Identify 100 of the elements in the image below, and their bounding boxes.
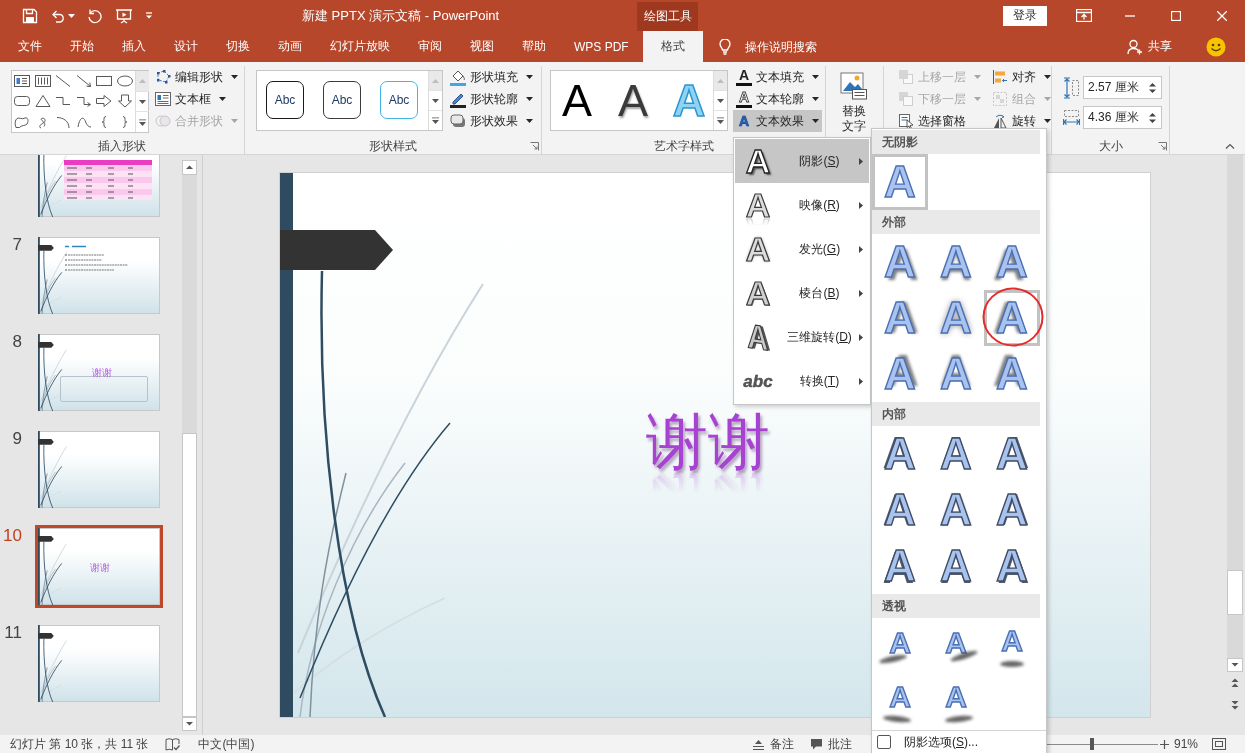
menu-item[interactable]: A 三维旋转(D) <box>735 315 869 359</box>
rotate-button[interactable]: 旋转 <box>989 110 1054 132</box>
shape-outline-button[interactable]: 形状轮廓 <box>447 88 536 110</box>
submenu-arrow-icon <box>859 289 863 297</box>
window-title: 新建 PPTX 演示文稿 - PowerPoint <box>302 6 501 25</box>
dialog-launcher-icon[interactable] <box>530 142 539 151</box>
save-icon[interactable] <box>22 7 38 24</box>
presentation-icon[interactable] <box>115 7 133 24</box>
dialog-launcher-icon[interactable] <box>1158 142 1167 151</box>
shadow-options-item[interactable]: 阴影选项(S)... <box>872 731 1040 753</box>
text-box-icon[interactable] <box>13 74 32 89</box>
ribbon-tab[interactable]: 开始 <box>56 31 108 62</box>
maximize-icon[interactable] <box>1171 10 1181 21</box>
stacked-squares-icon <box>898 91 914 107</box>
scrollbar-thumb[interactable] <box>1227 570 1243 615</box>
beveled-letter-icon: A <box>742 276 774 310</box>
smiley-icon[interactable] <box>1206 36 1226 57</box>
zoom-level-button[interactable]: 91% <box>1173 737 1198 751</box>
slider-thumb[interactable] <box>1090 738 1095 750</box>
menu-item[interactable]: A 阴影(S) <box>735 139 869 183</box>
paint-bucket-icon <box>450 68 466 86</box>
oval-icon[interactable] <box>115 74 134 89</box>
scroll-up-icon[interactable] <box>182 160 197 175</box>
align-icon <box>992 69 1008 85</box>
text-outline-button[interactable]: A 文本轮廓 <box>733 88 822 110</box>
shape-style-preset[interactable]: Abc <box>323 81 361 119</box>
text-effects-button[interactable]: A 文本效果 <box>733 110 822 132</box>
menu-item[interactable]: A 发光(G) <box>735 227 869 271</box>
shape-effects-button[interactable]: 形状效果 <box>447 110 536 132</box>
tell-me-field[interactable]: 操作说明搜索 <box>744 39 825 54</box>
comments-button[interactable]: 批注 <box>809 735 852 753</box>
height-icon <box>1063 76 1080 99</box>
text-fill-button[interactable]: A 文本填充 <box>733 66 822 88</box>
rounded-rectangle-icon[interactable] <box>13 94 32 109</box>
height-field[interactable]: 2.57 厘米 <box>1083 76 1162 99</box>
zoom-in-icon[interactable] <box>1159 739 1169 749</box>
repeat-icon[interactable] <box>87 7 103 24</box>
ribbon-tab[interactable]: 动画 <box>264 31 316 62</box>
checkbox[interactable] <box>877 735 891 749</box>
vertical-text-box-icon[interactable] <box>33 74 52 89</box>
line-icon[interactable] <box>54 74 73 89</box>
slide-thumbnail[interactable] <box>35 155 163 220</box>
align-button[interactable]: 对齐 <box>989 66 1054 88</box>
wordart-preset[interactable]: A <box>554 71 600 130</box>
expand-gallery-icon <box>432 117 439 124</box>
ribbon-tab[interactable]: 格式 <box>642 31 703 62</box>
menu-item[interactable]: abc 转换(T) <box>735 359 869 403</box>
edit-shape-button[interactable]: 编辑形状 <box>152 66 241 88</box>
right-arrow-icon[interactable] <box>95 94 114 109</box>
slide-thumbnail[interactable] <box>35 622 163 705</box>
slide-thumbnail[interactable]: 谢谢 <box>35 331 163 414</box>
collapse-ribbon-icon[interactable] <box>1225 143 1235 149</box>
spin-arrows-icon[interactable] <box>1149 111 1156 124</box>
slide-title[interactable]: 谢谢 <box>646 405 770 479</box>
text-box-button[interactable]: 文本框 <box>152 88 229 110</box>
ribbon-tab[interactable]: 切换 <box>212 31 264 62</box>
ribbon-tab[interactable]: 幻灯片放映 <box>316 31 404 62</box>
comment-icon <box>809 738 823 750</box>
close-icon[interactable] <box>1217 10 1227 21</box>
shape-style-preset[interactable]: Abc <box>266 81 304 119</box>
arrow-line-icon[interactable] <box>74 74 93 89</box>
ribbon-tab[interactable]: 文件 <box>4 31 56 62</box>
group-label: 艺术字样式 <box>653 138 714 155</box>
spin-arrows-icon[interactable] <box>1149 81 1156 94</box>
submenu-arrow-icon <box>859 245 863 253</box>
sign-in-button[interactable]: 登录 <box>1003 5 1047 26</box>
arc-icon[interactable] <box>54 114 73 129</box>
ribbon-tab[interactable]: WPS PDF <box>560 31 643 62</box>
ribbon-tab[interactable]: 设计 <box>160 31 212 62</box>
scrollbar-thumb[interactable] <box>182 433 197 717</box>
ribbon-tab[interactable]: 插入 <box>108 31 160 62</box>
rectangle-icon[interactable] <box>95 74 114 89</box>
slide-thumbnail[interactable] <box>35 428 163 511</box>
minimize-icon[interactable] <box>1125 14 1135 17</box>
menu-item[interactable]: A 棱台(B) <box>735 271 869 315</box>
ribbon-tab[interactable]: 帮助 <box>508 31 560 62</box>
scroll-down-icon[interactable] <box>1227 658 1243 672</box>
slide-thumbnail[interactable]: 谢谢 <box>35 525 163 608</box>
notes-button[interactable]: 备注 <box>751 735 794 753</box>
slide-thumbnail[interactable] <box>35 234 163 317</box>
freeform-icon[interactable] <box>13 114 32 129</box>
fit-slide-icon[interactable] <box>1212 738 1226 750</box>
ribbon-tab[interactable]: 视图 <box>456 31 508 62</box>
stacked-squares-icon <box>898 69 914 85</box>
language-button[interactable]: 中文(中国) <box>198 735 255 753</box>
shape-fill-button[interactable]: 形状填充 <box>447 66 536 88</box>
triangle-icon[interactable] <box>33 94 52 109</box>
spell-check-icon[interactable] <box>165 737 181 751</box>
ribbon-tab[interactable]: 审阅 <box>404 31 456 62</box>
share-button[interactable]: 共享 <box>1127 31 1172 62</box>
elbow-arrow-icon[interactable] <box>74 94 93 109</box>
scroll-down-icon[interactable] <box>182 717 197 731</box>
wordart-preset[interactable]: A <box>610 71 656 130</box>
down-arrow-icon[interactable] <box>115 94 134 109</box>
ribbon-display-icon[interactable] <box>1076 9 1092 22</box>
customize-icon[interactable] <box>145 11 153 20</box>
width-field[interactable]: 4.36 厘米 <box>1083 106 1162 129</box>
alt-text-button[interactable]: 替换文字 <box>840 70 868 134</box>
shape-style-preset[interactable]: Abc <box>380 81 418 119</box>
menu-item[interactable]: A 映像(R) <box>735 183 869 227</box>
